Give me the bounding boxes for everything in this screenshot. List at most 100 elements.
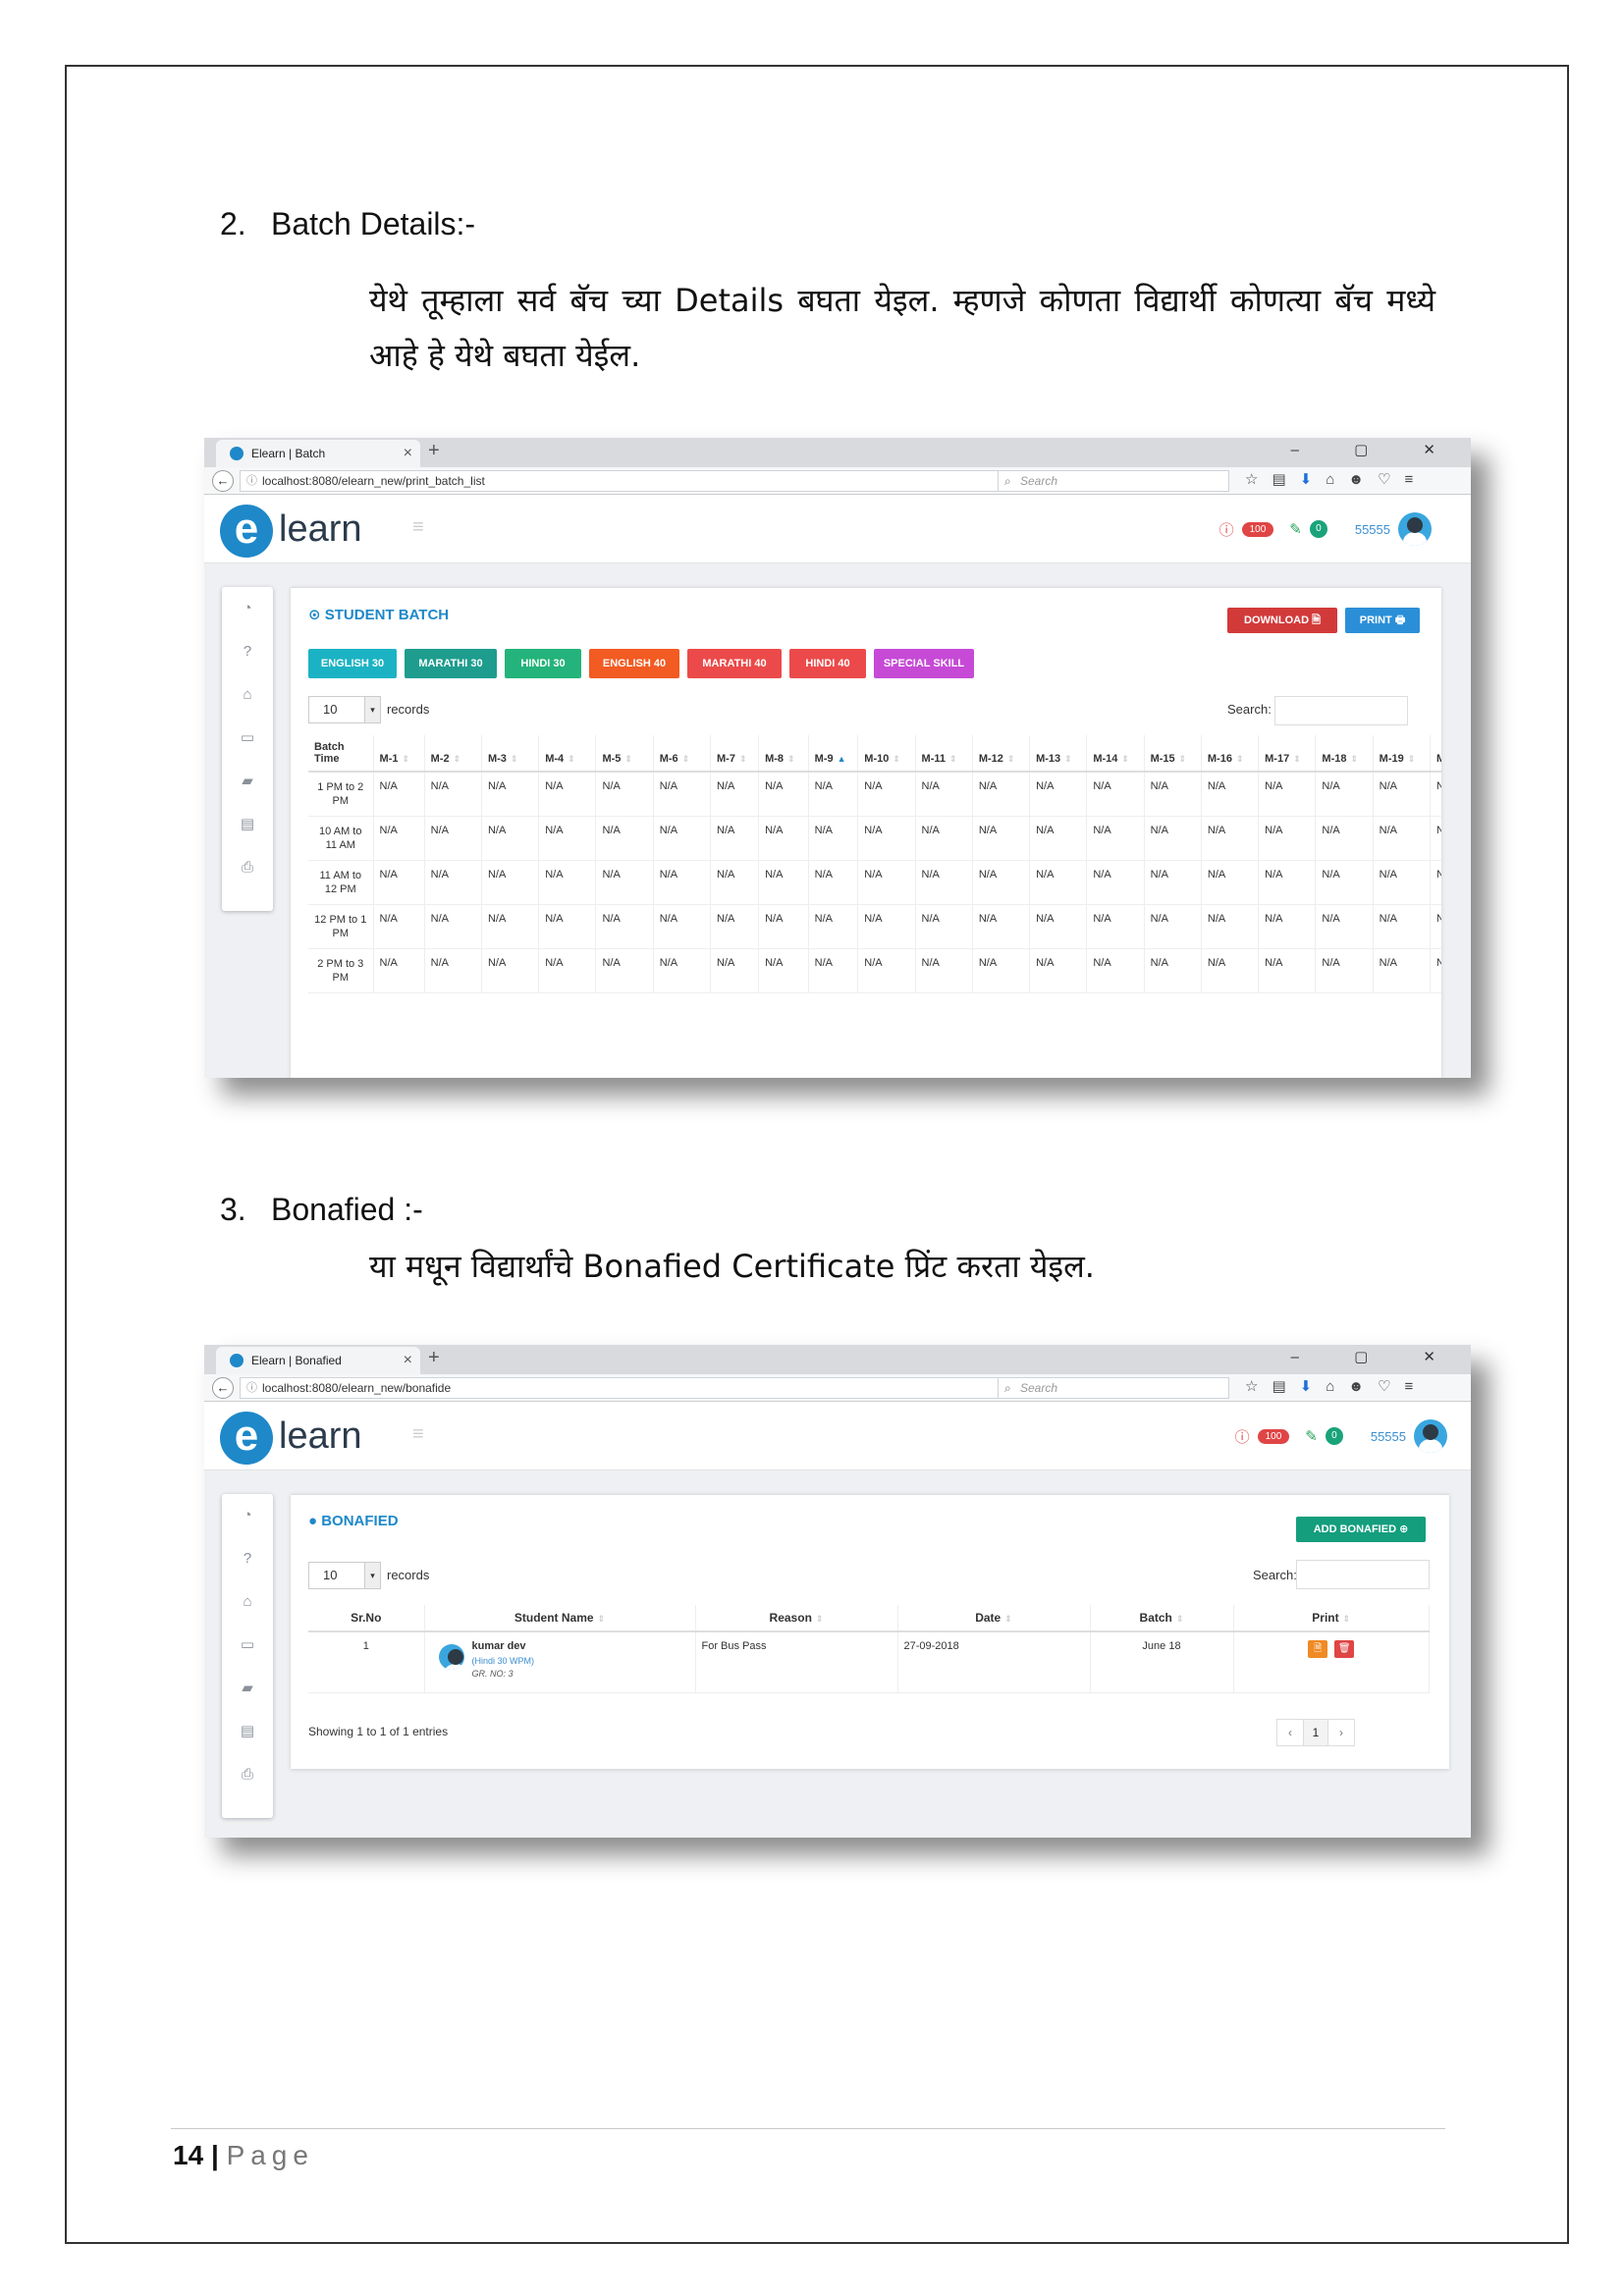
browser-toolbar-icons[interactable]: ☆▤⬇⌂☻♡≡: [1245, 470, 1427, 488]
browser-toolbar-icons[interactable]: ☆▤⬇⌂☻♡≡: [1245, 1377, 1427, 1395]
sort-icon[interactable]: ⇕: [1179, 754, 1187, 764]
column-header[interactable]: M-1 ⇕: [373, 735, 425, 773]
column-header[interactable]: M: [1430, 735, 1441, 773]
search-input[interactable]: [1274, 696, 1408, 725]
bank-icon[interactable]: ⌂: [222, 1580, 273, 1624]
close-icon[interactable]: ×: [404, 440, 412, 467]
hamburger-menu-icon[interactable]: ≡: [412, 1423, 424, 1446]
sort-icon[interactable]: ⇕: [893, 754, 900, 764]
help-icon[interactable]: ?: [222, 630, 273, 673]
tag-hindi-40[interactable]: HINDI 40: [789, 649, 866, 678]
column-header[interactable]: M-3 ⇕: [481, 735, 540, 773]
card-icon[interactable]: ▭: [222, 717, 273, 760]
browser-tab[interactable]: Elearn | Bonafied ×: [216, 1347, 420, 1374]
avatar[interactable]: [1398, 512, 1432, 546]
column-header[interactable]: M-19 ⇕: [1373, 735, 1431, 773]
close-icon[interactable]: ×: [404, 1347, 412, 1374]
column-header[interactable]: M-10 ⇕: [857, 735, 916, 773]
page-1-button[interactable]: 1: [1303, 1720, 1328, 1745]
sort-icon[interactable]: ⇕: [1004, 1614, 1012, 1624]
sort-icon[interactable]: ⇕: [739, 754, 747, 764]
sort-icon[interactable]: ⇕: [816, 1614, 824, 1624]
sort-icon[interactable]: ⇕: [1293, 754, 1301, 764]
tag-hindi-30[interactable]: HINDI 30: [505, 649, 581, 678]
pencil-icon[interactable]: ✎: [1289, 520, 1302, 538]
book-icon[interactable]: ▰: [222, 1667, 273, 1710]
pencil-icon[interactable]: ✎: [1305, 1427, 1318, 1445]
tag-english-30[interactable]: ENGLISH 30: [308, 649, 397, 678]
download-arrow-icon[interactable]: ⬇: [1300, 1378, 1326, 1395]
browser-search-input[interactable]: ⌕ Search: [998, 1377, 1229, 1399]
dashboard-icon[interactable]: ◔: [222, 587, 273, 630]
column-header[interactable]: M-5 ⇕: [595, 735, 654, 773]
column-header[interactable]: M-15 ⇕: [1144, 735, 1202, 773]
chevron-down-icon[interactable]: ▾: [364, 1563, 380, 1588]
sort-icon[interactable]: ⇕: [454, 754, 461, 764]
help-icon[interactable]: ?: [222, 1537, 273, 1580]
sort-icon[interactable]: ⇕: [1343, 1614, 1351, 1624]
tag-english-40[interactable]: ENGLISH 40: [589, 649, 679, 678]
add-bonafied-button[interactable]: ADD BONAFIED ⊕: [1296, 1517, 1426, 1542]
column-header[interactable]: M-9 ▲: [808, 735, 859, 773]
column-header[interactable]: Print ⇕: [1233, 1605, 1430, 1632]
sort-icon[interactable]: ⇕: [1408, 754, 1416, 764]
tag-special-skill[interactable]: SPECIAL SKILL: [874, 649, 974, 678]
print-button[interactable]: PRINT 🖶: [1345, 608, 1420, 633]
browser-search-input[interactable]: ⌕ Search: [998, 470, 1229, 492]
column-header[interactable]: M-7 ⇕: [710, 735, 760, 773]
chevron-down-icon[interactable]: ▾: [364, 697, 380, 722]
print-icon[interactable]: ⎙: [222, 846, 273, 889]
column-header[interactable]: Batch ⇕: [1090, 1605, 1234, 1632]
back-arrow-icon[interactable]: ←: [212, 1377, 234, 1399]
column-header[interactable]: M-6 ⇕: [653, 735, 712, 773]
sort-icon[interactable]: ⇕: [949, 754, 957, 764]
sort-icon[interactable]: ⇕: [402, 754, 409, 764]
sort-icon[interactable]: ⇕: [1064, 754, 1072, 764]
sort-icon[interactable]: ⇕: [598, 1614, 606, 1624]
window-controls[interactable]: – ▢ ✕: [1291, 441, 1461, 458]
id-card-icon[interactable]: ▤: [222, 803, 273, 846]
window-controls[interactable]: – ▢ ✕: [1291, 1348, 1461, 1365]
book-icon[interactable]: ▰: [222, 760, 273, 803]
sort-icon[interactable]: ⇕: [568, 754, 575, 764]
column-header[interactable]: Sr.No: [308, 1605, 425, 1632]
column-header[interactable]: Date ⇕: [897, 1605, 1091, 1632]
tag-marathi-30[interactable]: MARATHI 30: [405, 649, 497, 678]
column-header[interactable]: M-14 ⇕: [1086, 735, 1145, 773]
sort-icon[interactable]: ⇕: [1236, 754, 1244, 764]
column-header[interactable]: Reason ⇕: [695, 1605, 898, 1632]
download-button[interactable]: DOWNLOAD 🗎: [1227, 608, 1337, 633]
column-header[interactable]: M-13 ⇕: [1029, 735, 1088, 773]
column-header[interactable]: Student Name ⇕: [424, 1605, 696, 1632]
avatar[interactable]: [1414, 1419, 1447, 1453]
alert-icon[interactable]: ⓘ: [1219, 519, 1234, 540]
sort-icon[interactable]: ⇕: [511, 754, 518, 764]
column-header[interactable]: M-17 ⇕: [1258, 735, 1317, 773]
column-header[interactable]: M-11 ⇕: [915, 735, 973, 773]
new-tab-button[interactable]: +: [428, 1347, 440, 1369]
new-tab-button[interactable]: +: [428, 440, 440, 462]
column-header[interactable]: M-16 ⇕: [1201, 735, 1260, 773]
tag-marathi-40[interactable]: MARATHI 40: [687, 649, 782, 678]
column-header[interactable]: M-2 ⇕: [424, 735, 482, 773]
sort-icon[interactable]: ⇕: [624, 754, 632, 764]
sort-icon[interactable]: ▲: [838, 754, 846, 764]
student-name[interactable]: kumar dev: [472, 1640, 535, 1652]
sort-icon[interactable]: ⇕: [1176, 1614, 1184, 1624]
bank-icon[interactable]: ⌂: [222, 673, 273, 717]
hamburger-menu-icon[interactable]: ≡: [412, 516, 424, 539]
alert-icon[interactable]: ⓘ: [1235, 1426, 1250, 1447]
sort-icon[interactable]: ⇕: [1007, 754, 1015, 764]
sort-icon[interactable]: ⇕: [787, 754, 795, 764]
sort-icon[interactable]: ⇕: [1350, 754, 1358, 764]
delete-icon[interactable]: 🗑: [1334, 1640, 1355, 1658]
card-icon[interactable]: ▭: [222, 1624, 273, 1667]
search-input[interactable]: [1296, 1560, 1430, 1589]
download-arrow-icon[interactable]: ⬇: [1300, 471, 1326, 488]
pdf-icon[interactable]: 🗎: [1308, 1640, 1328, 1658]
column-header[interactable]: M-4 ⇕: [538, 735, 597, 773]
dashboard-icon[interactable]: ◔: [222, 1494, 273, 1537]
sort-icon[interactable]: ⇕: [1121, 754, 1129, 764]
sort-icon[interactable]: ⇕: [682, 754, 690, 764]
column-header[interactable]: Batch Time: [308, 735, 374, 773]
